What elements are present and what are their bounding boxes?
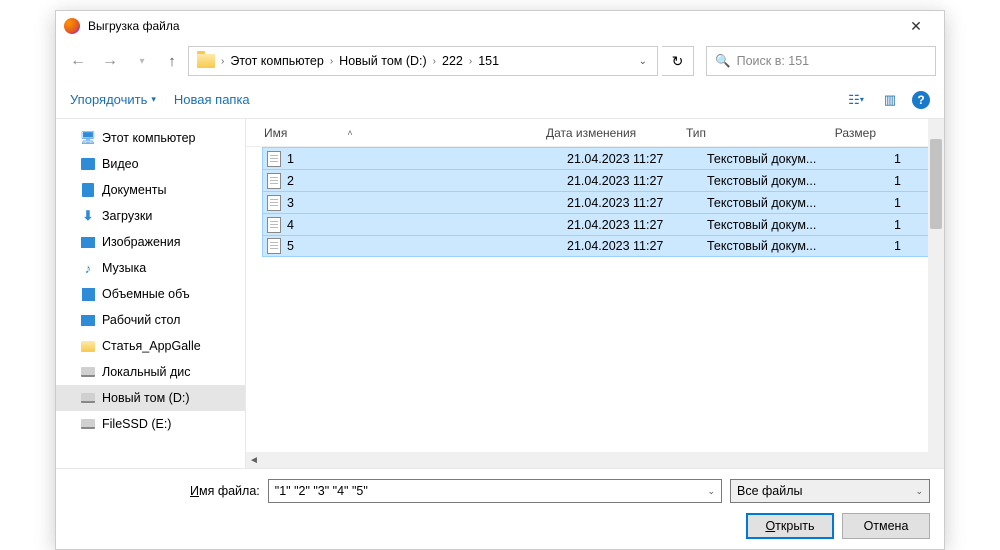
forward-button[interactable]: → xyxy=(96,47,124,75)
view-options-button[interactable]: ☷ ▾ xyxy=(844,89,868,111)
document-icon xyxy=(80,182,96,198)
tree-item-downloads[interactable]: ⬇Загрузки xyxy=(56,203,245,229)
chevron-down-icon: ▾ xyxy=(151,94,156,105)
firefox-icon xyxy=(64,18,80,34)
up-button[interactable]: ↑ xyxy=(160,47,184,75)
tree-item-3d[interactable]: Объемные объ xyxy=(56,281,245,307)
new-folder-button[interactable]: Новая папка xyxy=(174,92,250,107)
help-icon[interactable]: ? xyxy=(912,91,930,109)
folder-icon xyxy=(197,54,215,68)
file-dialog: Выгрузка файла ✕ ← → ▾ ↑ › Этот компьюте… xyxy=(55,10,945,550)
back-button[interactable]: ← xyxy=(64,47,92,75)
search-icon: 🔍 xyxy=(715,54,731,69)
command-bar: Упорядочить ▾ Новая папка ☷ ▾ ▥ ? xyxy=(56,81,944,119)
organize-button[interactable]: Упорядочить ▾ xyxy=(70,92,156,107)
window-title: Выгрузка файла xyxy=(88,19,896,33)
drive-icon xyxy=(80,364,96,380)
search-input[interactable]: 🔍 Поиск в: 151 xyxy=(706,46,936,76)
refresh-button[interactable]: ↻ xyxy=(662,46,694,76)
address-dropdown[interactable]: ⌄ xyxy=(633,56,653,67)
desktop-icon xyxy=(80,312,96,328)
file-row[interactable]: 121.04.2023 11:27Текстовый докум...1 xyxy=(262,147,940,169)
cancel-button[interactable]: Отмена xyxy=(842,513,930,539)
preview-pane-button[interactable]: ▥ xyxy=(878,89,902,111)
dialog-body: 🖥Этот компьютер Видео Документы ⬇Загрузк… xyxy=(56,119,944,468)
download-icon: ⬇ xyxy=(80,208,96,224)
tree-item-folder[interactable]: Статья_AppGalle xyxy=(56,333,245,359)
address-bar[interactable]: › Этот компьютер › Новый том (D:) › 222 … xyxy=(188,46,658,76)
chevron-down-icon: ⌄ xyxy=(915,486,923,497)
text-file-icon xyxy=(267,173,281,189)
drive-icon xyxy=(80,416,96,432)
file-row[interactable]: 221.04.2023 11:27Текстовый докум...1 xyxy=(262,169,940,191)
tree-item-local-disk[interactable]: Локальный дис xyxy=(56,359,245,385)
music-icon: ♪ xyxy=(80,260,96,276)
breadcrumb-segment[interactable]: 222 xyxy=(438,54,467,68)
scroll-left-icon[interactable]: ◄ xyxy=(246,455,262,466)
tree-item-music[interactable]: ♪Музыка xyxy=(56,255,245,281)
nav-row: ← → ▾ ↑ › Этот компьютер › Новый том (D:… xyxy=(56,41,944,81)
vertical-scrollbar[interactable] xyxy=(928,119,944,468)
chevron-right-icon: › xyxy=(469,56,472,67)
recent-locations[interactable]: ▾ xyxy=(128,47,156,75)
folder-icon xyxy=(80,338,96,354)
open-button[interactable]: Открыть xyxy=(746,513,834,539)
chevron-down-icon: ⌄ xyxy=(707,486,715,497)
text-file-icon xyxy=(267,217,281,233)
breadcrumb-segment[interactable]: Этот компьютер xyxy=(226,54,327,68)
tree-item-drive-d[interactable]: Новый том (D:) xyxy=(56,385,245,411)
3d-icon xyxy=(80,286,96,302)
text-file-icon xyxy=(267,151,281,167)
column-headers: Имя˄ Дата изменения Тип Размер xyxy=(246,119,944,147)
search-placeholder: Поиск в: 151 xyxy=(737,54,810,68)
horizontal-scrollbar[interactable]: ◄► xyxy=(246,452,944,468)
pc-icon: 🖥 xyxy=(80,130,96,146)
text-file-icon xyxy=(267,195,281,211)
navigation-tree[interactable]: 🖥Этот компьютер Видео Документы ⬇Загрузк… xyxy=(56,119,246,468)
chevron-right-icon: › xyxy=(330,56,333,67)
scrollbar-thumb[interactable] xyxy=(930,139,942,229)
filename-label: Имя файла: xyxy=(190,484,260,498)
breadcrumb-segment[interactable]: Новый том (D:) xyxy=(335,54,431,68)
column-name[interactable]: Имя˄ xyxy=(246,126,546,140)
file-rows: 121.04.2023 11:27Текстовый докум...1 221… xyxy=(246,147,944,452)
file-row[interactable]: 421.04.2023 11:27Текстовый докум...1 xyxy=(262,213,940,235)
tree-item-videos[interactable]: Видео xyxy=(56,151,245,177)
column-type[interactable]: Тип xyxy=(686,126,826,140)
chevron-right-icon: › xyxy=(221,56,224,67)
column-size[interactable]: Размер xyxy=(826,126,886,140)
column-date[interactable]: Дата изменения xyxy=(546,126,686,140)
chevron-right-icon: › xyxy=(433,56,436,67)
sort-asc-icon: ˄ xyxy=(347,128,352,138)
file-row[interactable]: 521.04.2023 11:27Текстовый докум...1 xyxy=(262,235,940,257)
close-button[interactable]: ✕ xyxy=(896,11,936,41)
text-file-icon xyxy=(267,238,281,254)
tree-item-desktop[interactable]: Рабочий стол xyxy=(56,307,245,333)
file-list: Имя˄ Дата изменения Тип Размер 121.04.20… xyxy=(246,119,944,468)
pictures-icon xyxy=(80,234,96,250)
dialog-footer: Имя файла: "1" "2" "3" "4" "5"⌄ Все файл… xyxy=(56,468,944,549)
video-icon xyxy=(80,156,96,172)
tree-item-drive-e[interactable]: FileSSD (E:) xyxy=(56,411,245,437)
tree-item-this-pc[interactable]: 🖥Этот компьютер xyxy=(56,125,245,151)
tree-item-documents[interactable]: Документы xyxy=(56,177,245,203)
tree-item-pictures[interactable]: Изображения xyxy=(56,229,245,255)
filename-input[interactable]: "1" "2" "3" "4" "5"⌄ xyxy=(268,479,722,503)
titlebar: Выгрузка файла ✕ xyxy=(56,11,944,41)
file-row[interactable]: 321.04.2023 11:27Текстовый докум...1 xyxy=(262,191,940,213)
breadcrumb-segment[interactable]: 151 xyxy=(474,54,503,68)
drive-icon xyxy=(80,390,96,406)
filetype-filter[interactable]: Все файлы⌄ xyxy=(730,479,930,503)
